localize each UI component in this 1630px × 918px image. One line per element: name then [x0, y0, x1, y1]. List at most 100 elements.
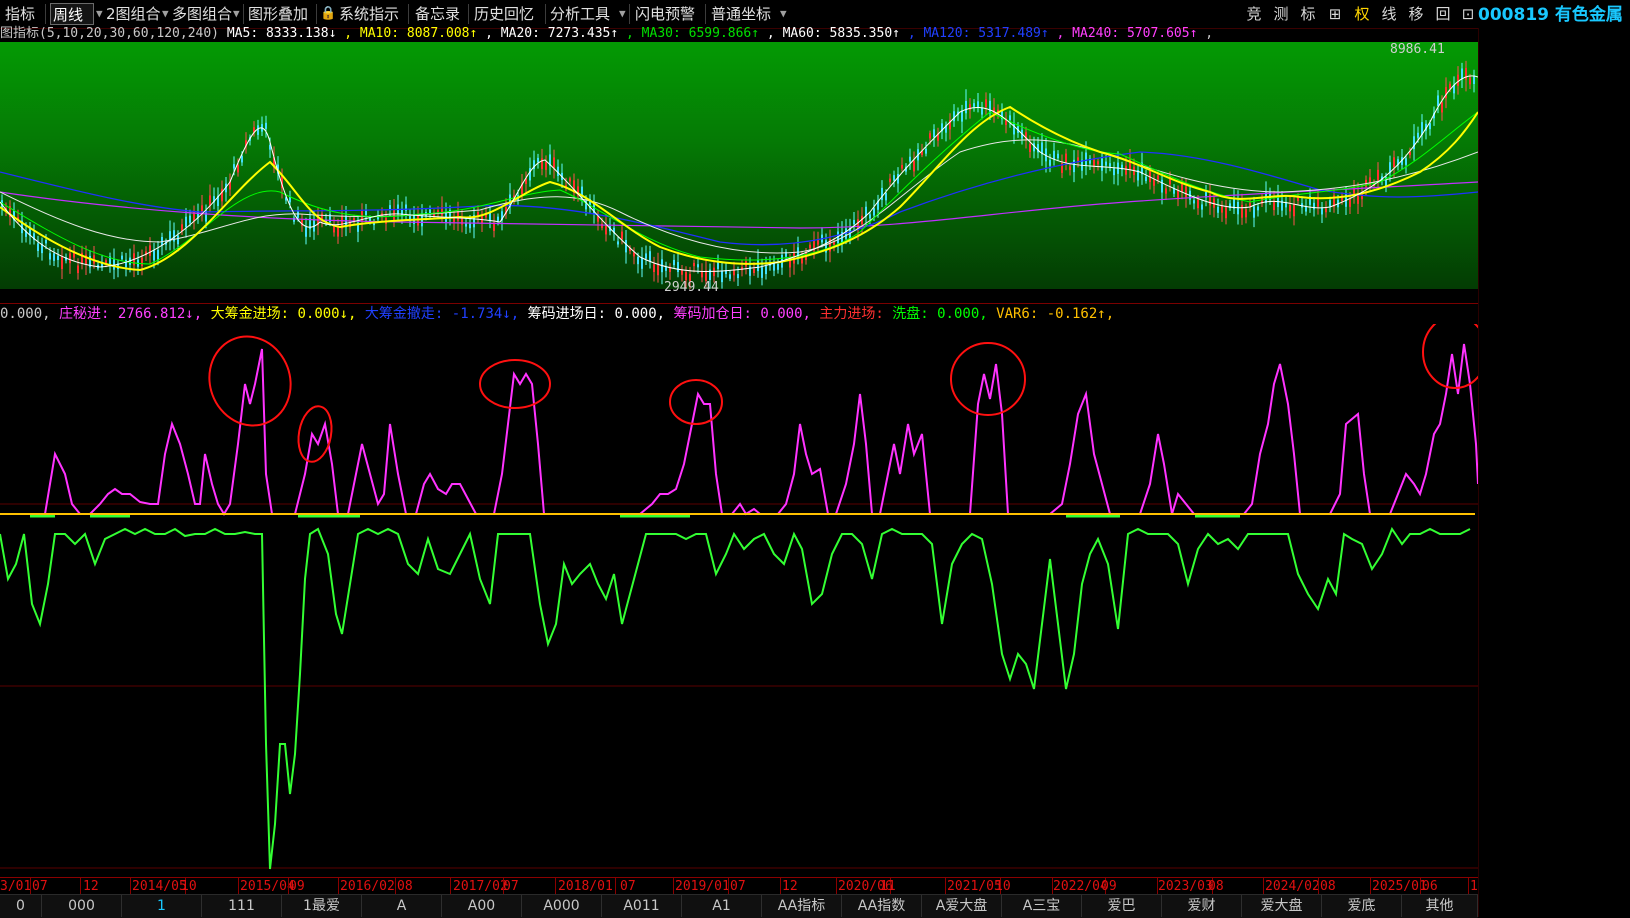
tab-item[interactable]: A三宝 [1002, 895, 1082, 917]
tab-item[interactable]: AA指标 [762, 895, 842, 917]
tab-item[interactable]: 1 [122, 895, 202, 917]
candle-body [1145, 176, 1147, 182]
chevron-down-icon[interactable]: ▼ [162, 3, 169, 25]
date-label: 2025/01 [1372, 879, 1427, 894]
candle-body [1313, 202, 1315, 210]
tab-item[interactable]: 爱财 [1162, 895, 1242, 917]
menu-two-chart-combo[interactable]: 2图组合 [104, 3, 163, 25]
tab-item[interactable]: A爱大盘 [922, 895, 1002, 917]
indicator-legend-item: VAR6: -0.162↑, [996, 306, 1115, 322]
candle-body [189, 215, 191, 223]
indicator-legend-item: 大筹金撤走: -1.734↓, [364, 306, 520, 322]
menu-indicator[interactable]: 指标 [3, 3, 37, 25]
date-label: 07 [32, 879, 48, 894]
candle-body [537, 157, 539, 163]
toolbar-line-button[interactable]: 线 [1376, 3, 1402, 25]
candle-body [1085, 152, 1087, 166]
candle-body [1069, 166, 1071, 170]
toolbar-compete-button[interactable]: 竞 [1241, 3, 1267, 25]
date-label: 2016/02 [340, 879, 395, 894]
date-axis: 3/01 07 12 2014/05 10 2015/04 09 2016/02… [0, 877, 1478, 895]
menu-analysis-tools[interactable]: 分析工具 [548, 3, 612, 25]
candle-body [365, 210, 367, 215]
candle-body [889, 178, 891, 182]
tab-item[interactable]: AA指数 [842, 895, 922, 917]
candle-body [645, 253, 647, 259]
wash-line [0, 526, 1471, 870]
menu-chart-overlay[interactable]: 图形叠加 [246, 3, 310, 25]
tab-item[interactable]: A011 [602, 895, 682, 917]
indicator-legend-item: 大筹金进场: 0.000↓, [210, 306, 357, 322]
date-label: 2021/05 [947, 879, 1002, 894]
candle-body [681, 269, 683, 275]
candle-body [757, 260, 759, 272]
date-label: 12 [782, 879, 798, 894]
candle-body [853, 219, 855, 225]
ma5-line [0, 75, 1478, 272]
indicator-legend-item: 洗盘: 0.000, [892, 306, 988, 322]
chevron-down-icon[interactable]: ▼ [619, 3, 626, 25]
window-icon[interactable]: 回 [1430, 3, 1456, 25]
candle-body [1225, 207, 1227, 219]
toolbar-rights-button[interactable]: 权 [1349, 3, 1375, 25]
date-label: 06 [1422, 879, 1438, 894]
date-label: 2015/04 [240, 879, 295, 894]
menu-memo[interactable]: 备忘录 [413, 3, 462, 25]
toolbar-measure-button[interactable]: 测 [1268, 3, 1294, 25]
tab-item[interactable]: 111 [202, 895, 282, 917]
candle-body [765, 266, 767, 275]
candle-body [1377, 169, 1379, 181]
candle-body [1185, 186, 1187, 198]
date-label: 09 [289, 879, 305, 894]
tab-item[interactable]: 0 [0, 895, 42, 917]
candle-body [1101, 158, 1103, 171]
date-label: 2017/02 [453, 879, 508, 894]
candle-body [405, 204, 407, 211]
tab-item[interactable]: A000 [522, 895, 602, 917]
price-chart[interactable] [0, 42, 1478, 289]
candle-body [1465, 67, 1467, 80]
candle-body [153, 250, 155, 261]
menu-weekly[interactable]: 周线 [50, 3, 94, 25]
tab-item[interactable]: 爱巴 [1082, 895, 1162, 917]
candle-body [1245, 209, 1247, 218]
menu-system-indicator[interactable]: 系统指示 [337, 3, 401, 25]
candle-body [913, 160, 915, 172]
candle-body [817, 239, 819, 245]
candle-body [625, 240, 627, 253]
tab-item[interactable]: 000 [42, 895, 122, 917]
candle-body [1109, 163, 1111, 167]
candle-body [1393, 157, 1395, 168]
lock-icon[interactable]: 🔒 [318, 3, 338, 25]
candlesticks [1, 60, 1475, 289]
grid-icon[interactable]: ⊞ [1322, 3, 1348, 25]
tab-item[interactable]: 其他 [1402, 895, 1478, 917]
candle-body [141, 257, 143, 267]
candle-body [1289, 204, 1291, 212]
menu-normal-axis[interactable]: 普通坐标 [709, 3, 773, 25]
candle-body [1009, 115, 1011, 120]
tab-item[interactable]: A [362, 895, 442, 917]
menu-multi-chart-combo[interactable]: 多图组合 [170, 3, 234, 25]
toolbar-mark-button[interactable]: 标 [1295, 3, 1321, 25]
chevron-down-icon[interactable]: ▼ [780, 3, 787, 25]
candle-body [1153, 179, 1155, 186]
candle-body [1125, 165, 1127, 175]
indicator-chart[interactable] [0, 324, 1478, 870]
candle-body [713, 267, 715, 277]
candle-body [1469, 77, 1471, 85]
chevron-down-icon[interactable]: ▼ [233, 3, 240, 25]
annotation-circle [479, 359, 551, 409]
candle-body [1057, 153, 1059, 159]
menu-history-recall[interactable]: 历史回忆 [472, 3, 536, 25]
tab-item[interactable]: 1最爱 [282, 895, 362, 917]
menu-flash-alert[interactable]: 闪电预警 [633, 3, 697, 25]
tab-item[interactable]: 爱底 [1322, 895, 1402, 917]
tab-item[interactable]: A1 [682, 895, 762, 917]
toolbar-move-button[interactable]: 移 [1403, 3, 1429, 25]
indicator-legend-item: 0.000, [0, 306, 51, 322]
chevron-down-icon[interactable]: ▼ [96, 3, 103, 25]
tab-item[interactable]: 爱大盘 [1242, 895, 1322, 917]
tab-item[interactable]: A00 [442, 895, 522, 917]
ma-legend-item: , [1205, 26, 1214, 41]
